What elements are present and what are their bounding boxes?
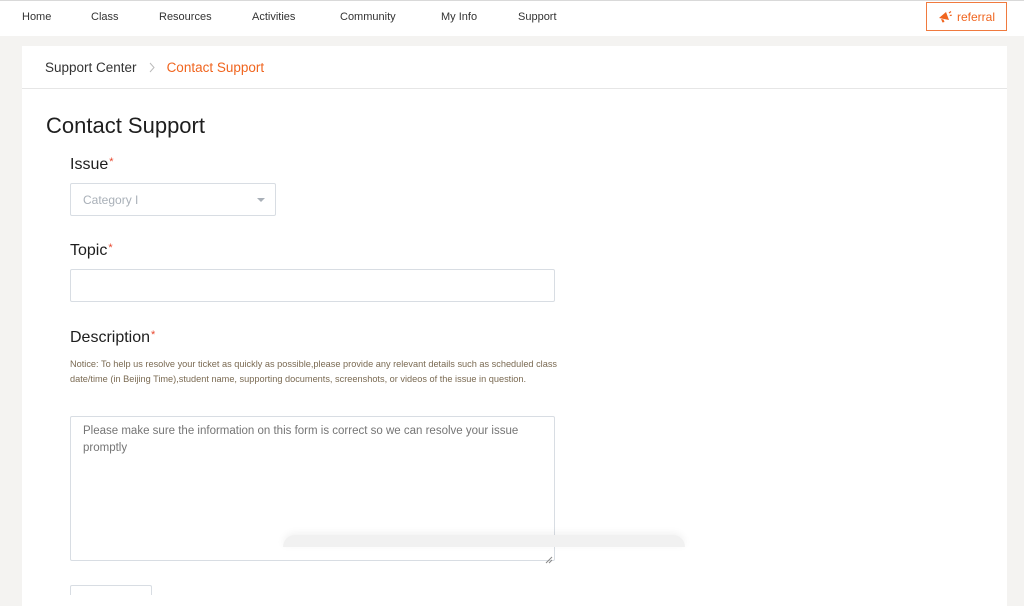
nav-item-support[interactable]: Support	[518, 11, 557, 23]
breadcrumb-contact-support: Contact Support	[166, 59, 265, 75]
required-mark: *	[151, 329, 156, 341]
issue-label: Issue*	[70, 156, 114, 174]
nav-item-community[interactable]: Community	[340, 11, 396, 23]
top-navigation: Home Class Resources Activities Communit…	[0, 0, 1024, 36]
issue-category-select[interactable]: Category I	[70, 183, 276, 216]
nav-item-class[interactable]: Class	[91, 11, 119, 23]
bottom-overlay-panel	[283, 535, 685, 547]
nav-item-my-info[interactable]: My Info	[441, 11, 477, 23]
chevron-right-icon	[149, 62, 155, 73]
nav-item-activities[interactable]: Activities	[252, 11, 295, 23]
breadcrumb-support-center[interactable]: Support Center	[45, 60, 137, 75]
required-mark: *	[108, 242, 113, 254]
referral-button[interactable]: referral	[926, 2, 1007, 31]
nav-item-resources[interactable]: Resources	[159, 11, 212, 23]
caret-down-icon	[257, 198, 265, 202]
description-label: Description*	[70, 329, 155, 347]
breadcrumb: Support Center Contact Support	[22, 46, 1007, 89]
referral-label: referral	[956, 9, 995, 24]
description-notice: Notice: To help us resolve your ticket a…	[70, 359, 558, 384]
topic-label-text: Topic	[70, 242, 108, 259]
issue-label-text: Issue	[70, 156, 109, 173]
nav-item-home[interactable]: Home	[22, 11, 51, 23]
resize-handle-icon[interactable]	[545, 551, 553, 564]
submit-button[interactable]	[70, 585, 152, 595]
topic-input[interactable]	[70, 269, 555, 302]
issue-selected-value: Category I	[83, 192, 139, 207]
description-label-text: Description	[70, 329, 151, 346]
page-title: Contact Support	[46, 113, 205, 138]
megaphone-icon	[938, 10, 952, 23]
required-mark: *	[109, 156, 114, 168]
content-card: Support Center Contact Support Contact S…	[22, 46, 1007, 606]
topic-label: Topic*	[70, 242, 113, 260]
